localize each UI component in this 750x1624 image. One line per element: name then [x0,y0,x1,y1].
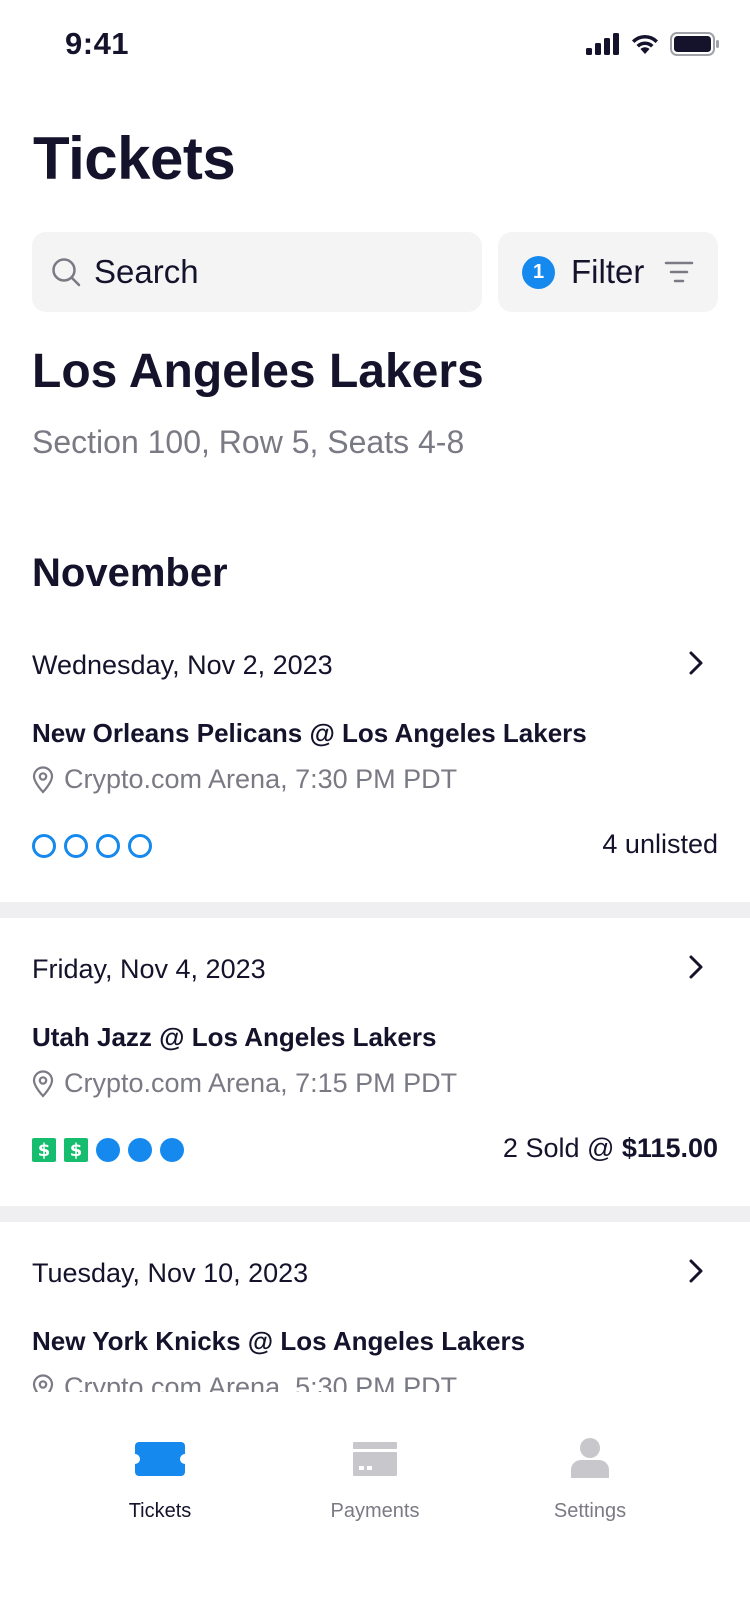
event-title: Utah Jazz @ Los Angeles Lakers [32,1022,437,1052]
listed-ticket-indicator [160,1138,184,1162]
tab-settings[interactable]: Settings [500,1392,680,1532]
location-pin-icon [32,1069,54,1098]
status-bar: 9:41 [0,0,750,92]
event-card[interactable]: Tuesday, Nov 10, 2023 New York Knicks @ … [0,1222,750,1392]
payments-icon [353,1442,397,1476]
event-date: Friday, Nov 4, 2023 [32,954,266,984]
event-venue: Crypto.com Arena, 5:30 PM PDT [32,1372,457,1392]
event-card[interactable]: Wednesday, Nov 2, 2023 New Orleans Pelic… [0,614,750,902]
search-input[interactable] [94,253,519,291]
listed-ticket-indicator [128,1138,152,1162]
team-name: Los Angeles Lakers [32,345,484,398]
filter-lines-icon [664,261,694,283]
tab-label: Payments [330,1500,420,1522]
battery-icon [670,32,719,56]
venue-text: Crypto.com Arena, 5:30 PM PDT [64,1372,458,1392]
ticket-icon [135,1442,185,1476]
unlisted-ticket-indicator [64,834,88,858]
event-venue: Crypto.com Arena, 7:30 PM PDT [32,764,457,795]
venue-text: Crypto.com Arena, 7:30 PM PDT [64,764,458,794]
event-status: 2 Sold @ $115.00 [503,1133,718,1164]
status-price: $115.00 [621,1133,718,1163]
month-heading: November [32,551,228,595]
sold-dollar-icon: $ [64,1138,88,1162]
ticket-indicators [32,834,152,858]
event-card[interactable]: Friday, Nov 4, 2023 Utah Jazz @ Los Ange… [0,918,750,1206]
event-title: New Orleans Pelicans @ Los Angeles Laker… [32,718,587,748]
card-separator [0,902,750,918]
venue-text: Crypto.com Arena, 7:15 PM PDT [64,1068,458,1098]
filter-button[interactable]: 1 Filter [498,232,718,312]
seat-info: Section 100, Row 5, Seats 4-8 [32,424,465,460]
unlisted-ticket-indicator [96,834,120,858]
status-icons [586,32,720,56]
status-time: 9:41 [65,26,130,61]
chevron-right-icon [689,651,703,675]
wifi-icon [632,34,658,54]
status-text: 2 Sold @ [502,1133,622,1163]
status-text: 4 unlisted [602,829,718,859]
unlisted-ticket-indicator [32,834,56,858]
ticket-indicators: $ $ [32,1138,184,1162]
listed-ticket-indicator [96,1138,120,1162]
tab-payments[interactable]: Payments [285,1392,465,1532]
filter-label: Filter [571,253,645,290]
event-venue: Crypto.com Arena, 7:15 PM PDT [32,1068,457,1099]
event-list[interactable]: Wednesday, Nov 2, 2023 New Orleans Pelic… [0,614,750,1392]
tab-tickets[interactable]: Tickets [70,1392,250,1532]
page-title: Tickets [33,125,236,192]
event-date: Tuesday, Nov 10, 2023 [32,1258,309,1288]
unlisted-ticket-indicator [128,834,152,858]
card-separator [0,1206,750,1222]
user-icon [571,1438,609,1478]
tab-bar: Tickets Payments Settings [0,1392,750,1624]
chevron-right-icon [689,955,703,979]
event-title: New York Knicks @ Los Angeles Lakers [32,1326,526,1356]
event-date: Wednesday, Nov 2, 2023 [32,650,333,680]
chevron-right-icon [689,1259,703,1283]
filter-count-badge: 1 [522,255,555,289]
signal-icon [586,33,619,55]
event-status: 4 unlisted [602,829,718,860]
location-pin-icon [32,765,54,794]
tab-label: Tickets [128,1500,192,1522]
tab-label: Settings [553,1500,627,1522]
search-bar[interactable] [32,232,547,312]
location-pin-icon [32,1373,54,1392]
search-icon [52,258,81,287]
sold-dollar-icon: $ [32,1138,56,1162]
